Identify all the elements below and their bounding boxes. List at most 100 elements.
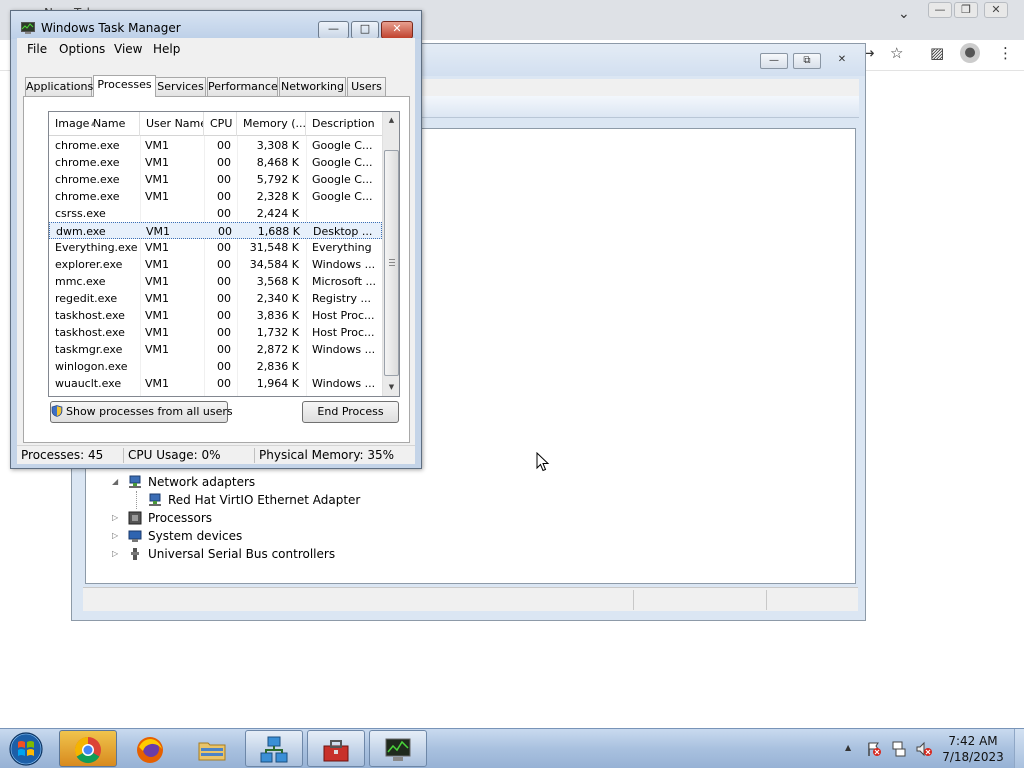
browser-close-button[interactable]: ✕ [984,2,1008,18]
tree-connector [136,491,137,509]
tree-expander-icon[interactable]: ◢ [112,473,122,491]
device-manager-close-button[interactable]: ✕ [828,53,856,69]
end-process-button[interactable]: End Process [302,401,399,423]
tab-users[interactable]: Users [347,77,386,96]
uac-shield-icon [51,405,63,417]
table-row[interactable]: Everything.exe VM1 00 31,548 K Everything [49,239,382,256]
menu-view[interactable]: View [114,42,142,56]
device-manager-minimize-button[interactable]: — [760,53,788,69]
task-manager-minimize-button[interactable]: — [318,21,349,39]
cell-description: Google C... [312,156,373,169]
column-header-memory[interactable]: Memory (... [237,112,306,136]
tree-expander-icon[interactable]: ▷ [112,545,122,563]
table-row[interactable]: taskhost.exe VM1 00 1,732 K Host Proc... [49,324,382,341]
cell-memory: 34,584 K [249,258,299,271]
show-desktop-button[interactable] [1014,729,1024,768]
menu-file[interactable]: File [27,42,47,56]
column-header-cpu[interactable]: CPU [204,112,237,136]
side-panel-icon[interactable]: ▨ [930,44,944,62]
taskbar-toolbox-button[interactable] [307,730,365,767]
taskbar: ▲ 7:42 AM 7/18/2023 [0,728,1024,768]
browser-restore-button[interactable]: ❐ [954,2,978,18]
tree-item-system-devices[interactable]: ▷ System devices [112,527,412,545]
tab-applications[interactable]: Applications [25,77,93,96]
show-all-processes-button[interactable]: Show processes from all users [50,401,233,423]
cell-user-name: VM1 [145,173,170,186]
table-row[interactable]: chrome.exe VM1 00 3,308 K Google C... [49,137,382,154]
task-manager-titlebar[interactable]: Windows Task Manager — □ ✕ [11,11,421,39]
tab-processes[interactable]: Processes [93,75,156,97]
tree-item-label: System devices [148,529,243,543]
scroll-down-icon[interactable]: ▼ [383,379,399,396]
volume-muted-icon[interactable] [916,741,932,757]
profile-avatar-icon[interactable]: ● [960,43,980,63]
tree-item-network-adapters[interactable]: ◢ Network adapters [112,473,412,491]
taskbar-network-button[interactable] [245,730,303,767]
network-tray-icon[interactable] [891,741,907,757]
scroll-up-icon[interactable]: ▲ [383,112,399,129]
chevron-down-icon[interactable]: ⌄ [898,6,910,22]
tree-expander-icon[interactable]: ▷ [112,509,122,527]
table-row[interactable]: winlogon.exe 00 2,836 K [49,358,382,375]
toolbox-icon [323,740,349,762]
browser-minimize-button[interactable]: — [928,2,952,18]
tree-expander-icon[interactable]: ▷ [112,527,122,545]
task-manager-body: File Options View Help Applications Proc… [17,38,415,464]
tree-item-red-hat-virtio-adapter[interactable]: Red Hat VirtIO Ethernet Adapter [132,491,432,509]
bookmark-star-icon[interactable]: ☆ [890,44,903,62]
taskbar-chrome-button[interactable] [59,730,117,767]
tree-item-processors[interactable]: ▷ Processors [112,509,412,527]
cell-image-name: Everything.exe [55,241,138,254]
menu-options[interactable]: Options [59,42,105,56]
tree-item-usb-controllers[interactable]: ▷ Universal Serial Bus controllers [112,545,412,563]
device-manager-restore-button[interactable]: ⧉ [793,53,821,69]
sort-ascending-icon: ▲ [91,120,96,127]
tray-expand-icon[interactable]: ▲ [845,743,851,752]
status-cpu-usage: CPU Usage: 0% [128,448,221,462]
action-center-flag-icon[interactable] [866,741,882,757]
tab-performance[interactable]: Performance [207,77,278,96]
menu-help[interactable]: Help [153,42,180,56]
cell-description: Everything [312,241,372,254]
table-row[interactable]: wuauclt.exe VM1 00 1,964 K Windows ... [49,375,382,392]
scrollbar-thumb[interactable] [384,150,399,376]
table-row[interactable]: taskhost.exe VM1 00 3,836 K Host Proc... [49,307,382,324]
cell-memory: 2,872 K [256,343,299,356]
table-row[interactable]: taskmgr.exe VM1 00 2,872 K Windows ... [49,341,382,358]
clock-time: 7:42 AM [948,734,998,748]
cell-memory: 1,964 K [256,377,299,390]
table-row[interactable]: explorer.exe VM1 00 34,584 K Windows ... [49,256,382,273]
table-row[interactable]: chrome.exe VM1 00 2,328 K Google C... [49,188,382,205]
task-manager-maximize-button[interactable]: □ [351,21,379,39]
taskbar-clock[interactable]: 7:42 AM 7/18/2023 [940,733,1006,765]
table-row[interactable]: chrome.exe VM1 00 8,468 K Google C... [49,154,382,171]
taskbar-explorer-button[interactable] [183,730,241,767]
column-header-user-name[interactable]: User Name [140,112,204,136]
cell-description: Windows ... [312,377,376,390]
table-row[interactable]: csrss.exe 00 2,424 K [49,205,382,222]
column-header-image-name[interactable]: ▲ Image Name [49,112,140,136]
tab-services[interactable]: Services [155,77,206,96]
tab-networking[interactable]: Networking [279,77,346,96]
cell-memory: 2,340 K [256,292,299,305]
table-row-selected[interactable]: dwm.exe VM1 00 1,688 K Desktop ... [49,222,382,239]
browser-menu-icon[interactable]: ⋮ [998,44,1013,62]
taskbar-task-manager-button[interactable] [369,730,427,767]
cell-memory: 1,688 K [257,225,300,238]
cell-cpu: 00 [217,173,231,186]
task-manager-close-button[interactable]: ✕ [381,21,413,39]
column-header-description[interactable]: Description [306,112,382,136]
cell-user-name: VM1 [145,156,170,169]
task-manager-window: Windows Task Manager — □ ✕ File Options … [10,10,422,469]
process-list-scrollbar[interactable]: ▲ ▼ [382,112,399,396]
cell-memory: 3,836 K [256,309,299,322]
table-row[interactable]: mmc.exe VM1 00 3,568 K Microsoft ... [49,273,382,290]
task-manager-tabs: Applications Processes Services Performa… [17,75,415,97]
cell-image-name: chrome.exe [55,139,120,152]
table-row[interactable]: chrome.exe VM1 00 5,792 K Google C... [49,171,382,188]
table-row[interactable]: regedit.exe VM1 00 2,340 K Registry ... [49,290,382,307]
taskbar-firefox-button[interactable] [121,730,179,767]
mouse-pointer-icon [536,452,550,472]
windows-start-icon[interactable] [4,730,48,768]
cell-description: Desktop ... [313,225,373,238]
